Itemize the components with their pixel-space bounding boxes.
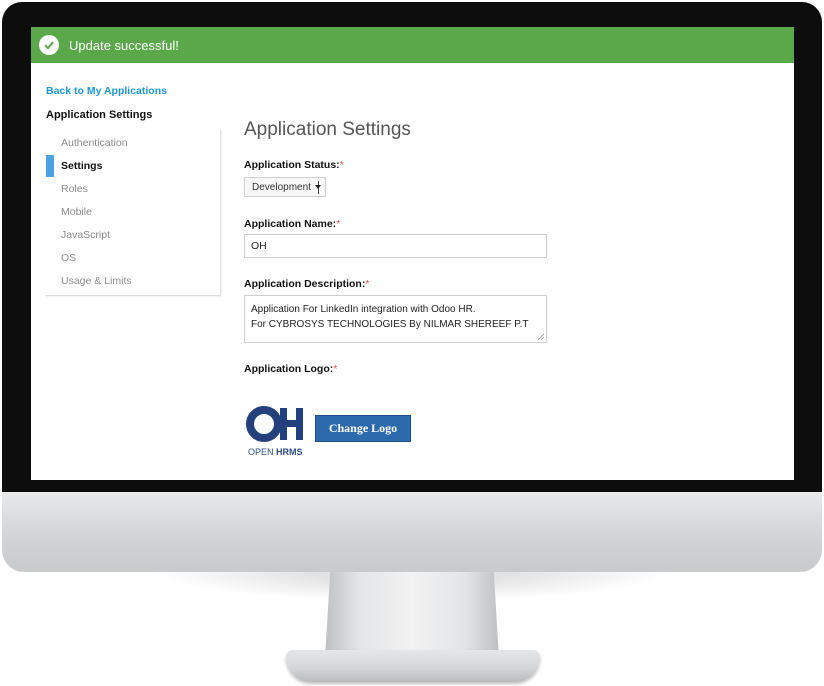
sidebar-item-mobile[interactable]: Mobile: [45, 201, 220, 223]
sidebar-item-authentication[interactable]: Authentication: [45, 132, 220, 154]
required-mark: *: [333, 363, 338, 375]
check-circle-icon: [39, 35, 59, 55]
alert-message: Update successful!: [69, 37, 179, 53]
required-mark: *: [365, 278, 370, 290]
sidebar-title: Application Settings: [46, 109, 153, 121]
logo-brand-open: OPEN: [248, 447, 274, 457]
sidebar-item-settings[interactable]: Settings: [45, 155, 220, 177]
logo-label: Application Logo:*: [244, 363, 337, 375]
name-label-text: Application Name:: [244, 218, 337, 230]
success-alert: Update successful!: [31, 27, 794, 63]
description-label-text: Application Description:: [244, 278, 366, 290]
resize-grip-icon[interactable]: [538, 334, 544, 340]
sidebar-menu: Authentication Settings Roles Mobile Jav…: [45, 129, 221, 296]
screen: Update successful! Back to My Applicatio…: [31, 27, 794, 480]
required-mark: *: [336, 218, 341, 230]
status-select[interactable]: Development: [244, 177, 326, 197]
monitor-stand-base: [286, 650, 540, 682]
dropdown-caret-icon: [315, 181, 323, 194]
status-label-text: Application Status:: [244, 159, 340, 171]
change-logo-button[interactable]: Change Logo: [315, 415, 411, 442]
sidebar-item-roles[interactable]: Roles: [45, 178, 220, 200]
name-label: Application Name:*: [244, 218, 340, 230]
description-line-1: Application For LinkedIn integration wit…: [251, 304, 476, 315]
logo-label-text: Application Logo:: [244, 363, 334, 375]
back-to-applications-link[interactable]: Back to My Applications: [46, 85, 167, 97]
application-description-textarea[interactable]: Application For LinkedIn integration wit…: [244, 295, 547, 343]
required-mark: *: [339, 159, 344, 171]
logo-brand-text: OPEN HRMS: [248, 447, 303, 457]
sidebar-item-os[interactable]: OS: [45, 247, 220, 269]
description-line-2: For CYBROSYS TECHNOLOGIES By NILMAR SHER…: [251, 319, 529, 330]
application-name-input[interactable]: OH: [244, 234, 547, 258]
page-title: Application Settings: [244, 119, 411, 140]
logo-brand-hrms: HRMS: [276, 447, 303, 457]
sidebar-item-usage-limits[interactable]: Usage & Limits: [45, 270, 220, 292]
sidebar-item-javascript[interactable]: JavaScript: [45, 224, 220, 246]
monitor-chin: [2, 492, 822, 572]
status-select-value: Development: [252, 181, 311, 193]
description-label: Application Description:*: [244, 278, 369, 290]
status-label: Application Status:*: [244, 159, 344, 171]
monitor-stand-neck: [325, 572, 499, 658]
